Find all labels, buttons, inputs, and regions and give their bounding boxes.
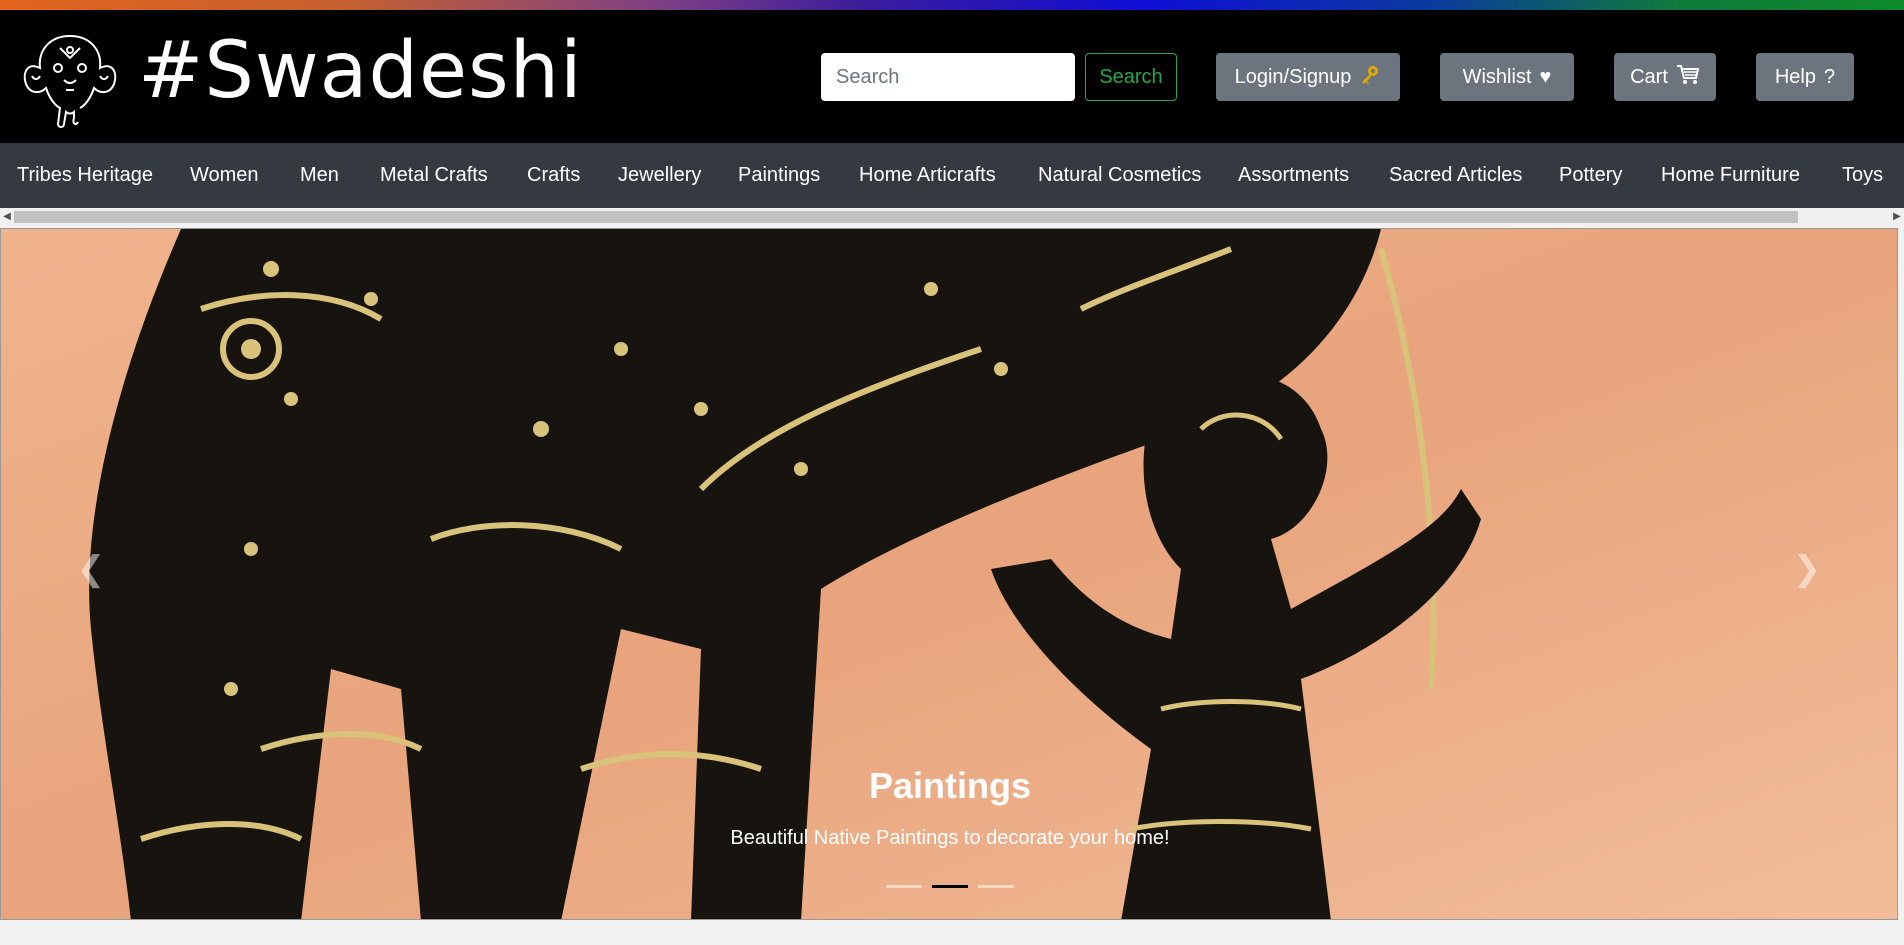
help-label: Help xyxy=(1774,65,1816,88)
help-button[interactable]: Help ? xyxy=(1756,53,1854,101)
carousel-indicator-active[interactable] xyxy=(932,885,968,888)
carousel-next-icon[interactable]: ❯ xyxy=(1767,509,1847,629)
carousel-indicators xyxy=(1,885,1897,888)
nav-item-pottery[interactable]: Pottery xyxy=(1559,143,1622,208)
nav-item-women[interactable]: Women xyxy=(190,143,259,208)
heart-icon: ♥ xyxy=(1539,66,1552,88)
search-input[interactable] xyxy=(821,53,1075,101)
wishlist-label: Wishlist xyxy=(1462,65,1532,88)
elephant-icon[interactable] xyxy=(20,28,120,128)
carousel-caption-text: Beautiful Native Paintings to decorate y… xyxy=(730,827,1170,849)
carousel-prev-icon[interactable]: ❮ xyxy=(51,509,131,629)
nav-item-natural-cosmetics[interactable]: Natural Cosmetics xyxy=(1038,143,1201,208)
carousel-indicator[interactable] xyxy=(886,885,922,888)
carousel-indicator[interactable] xyxy=(978,885,1014,888)
nav-item-crafts[interactable]: Crafts xyxy=(527,143,580,208)
site-title[interactable]: #Swadeshi xyxy=(138,32,583,110)
scroll-left-arrow-icon[interactable]: ◀ xyxy=(0,208,14,226)
cart-button[interactable]: Cart xyxy=(1614,53,1716,101)
carousel-caption-title: Paintings xyxy=(868,765,1032,806)
cart-label: Cart xyxy=(1630,65,1668,88)
category-nav-scrollbar[interactable]: ◀ ▶ xyxy=(0,208,1904,226)
nav-item-home-furniture[interactable]: Home Furniture xyxy=(1661,143,1800,208)
category-nav: Tribes Heritage Women Men Metal Crafts C… xyxy=(0,143,1904,208)
nav-item-sacred-articles[interactable]: Sacred Articles xyxy=(1389,143,1522,208)
nav-item-assortments[interactable]: Assortments xyxy=(1238,143,1349,208)
hero-carousel: ❮ ❯ Paintings Beautiful Native Paintings… xyxy=(0,228,1898,920)
nav-item-paintings[interactable]: Paintings xyxy=(738,143,820,208)
nav-item-men[interactable]: Men xyxy=(300,143,339,208)
nav-item-metal-crafts[interactable]: Metal Crafts xyxy=(380,143,488,208)
wishlist-button[interactable]: Wishlist ♥ xyxy=(1440,53,1574,101)
site-header: #Swadeshi Search Login/Signup Wishlist ♥… xyxy=(0,10,1904,143)
scroll-right-arrow-icon[interactable]: ▶ xyxy=(1890,208,1904,226)
nav-item-jewellery[interactable]: Jewellery xyxy=(618,143,701,208)
nav-item-toys[interactable]: Toys xyxy=(1842,143,1883,208)
question-icon: ? xyxy=(1824,66,1836,88)
key-icon xyxy=(1359,64,1381,90)
page-bottom xyxy=(0,920,1904,945)
scrollbar-thumb[interactable] xyxy=(14,211,1798,223)
carousel-slide-image xyxy=(1,229,1897,919)
nav-item-tribes-heritage[interactable]: Tribes Heritage xyxy=(17,143,153,208)
nav-item-home-articrafts[interactable]: Home Articrafts xyxy=(859,143,996,208)
login-signup-label: Login/Signup xyxy=(1234,65,1352,88)
login-signup-button[interactable]: Login/Signup xyxy=(1216,53,1400,101)
search-button[interactable]: Search xyxy=(1085,53,1177,101)
cart-icon xyxy=(1676,64,1700,90)
top-gradient-bar xyxy=(0,0,1904,10)
